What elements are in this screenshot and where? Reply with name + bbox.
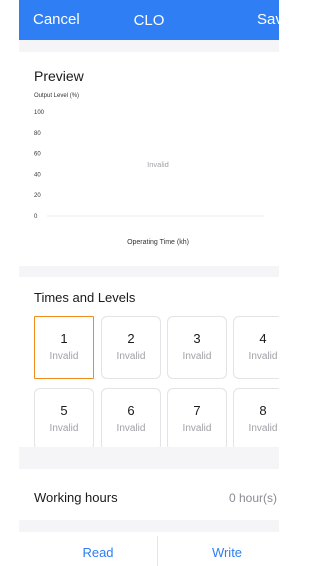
- time-level-tile-6[interactable]: 6 Invalid: [101, 388, 161, 451]
- times-levels-grid: 1 Invalid 2 Invalid 3 Invalid 4 Invalid 5 Invalid…: [19, 316, 279, 451]
- section-gap: [19, 266, 279, 277]
- time-level-tile-1[interactable]: 1 Invalid: [34, 316, 94, 379]
- tile-number: 8: [259, 403, 267, 418]
- page-title: CLO: [133, 12, 165, 29]
- y-tick-label: 40: [34, 172, 41, 178]
- left-margin: [0, 0, 19, 566]
- content-area[interactable]: Preview Output Level (%) 100 80 60 40 20 0 In…: [19, 40, 279, 566]
- tile-number: 6: [127, 403, 135, 418]
- section-gap: [19, 40, 279, 52]
- time-level-tile-7[interactable]: 7 Invalid: [167, 388, 227, 451]
- chart-empty-message: Invalid: [147, 160, 169, 169]
- y-tick-label: 0: [34, 214, 38, 220]
- tile-level: Invalid: [182, 351, 212, 362]
- tile-level: Invalid: [248, 423, 278, 434]
- x-axis-label: Operating Time (kh): [127, 239, 189, 246]
- tile-level: Invalid: [49, 423, 79, 434]
- times-levels-title: Times and Levels: [34, 290, 136, 305]
- tile-level: Invalid: [116, 351, 146, 362]
- app-header: Cancel CLO Save: [19, 0, 291, 40]
- write-button[interactable]: Write: [167, 545, 279, 560]
- working-hours-label: Working hours: [34, 490, 118, 505]
- tile-number: 3: [193, 331, 201, 346]
- save-button[interactable]: Save: [257, 11, 291, 28]
- tile-number: 5: [60, 403, 68, 418]
- time-level-tile-3[interactable]: 3 Invalid: [167, 316, 227, 379]
- time-level-tile-8[interactable]: 8 Invalid: [233, 388, 279, 451]
- button-divider: [157, 536, 158, 566]
- y-tick-label: 100: [34, 110, 45, 116]
- y-axis-label: Output Level (%): [34, 93, 79, 99]
- tile-number: 2: [127, 331, 135, 346]
- preview-chart: Output Level (%) 100 80 60 40 20 0 Invalid Op…: [34, 93, 264, 246]
- y-tick-label: 20: [34, 193, 41, 199]
- time-level-tile-5[interactable]: 5 Invalid: [34, 388, 94, 451]
- tile-level: Invalid: [248, 351, 278, 362]
- tile-number: 4: [259, 331, 267, 346]
- working-hours-value: 0 hour(s): [229, 491, 278, 505]
- tile-level: Invalid: [182, 423, 212, 434]
- tile-number: 7: [193, 403, 201, 418]
- time-level-tile-2[interactable]: 2 Invalid: [101, 316, 161, 379]
- time-level-tile-4[interactable]: 4 Invalid: [233, 316, 279, 379]
- y-tick-label: 80: [34, 131, 41, 137]
- section-gap: [19, 447, 279, 469]
- tile-level: Invalid: [49, 351, 79, 362]
- tile-number: 1: [60, 331, 68, 346]
- section-gap: [19, 520, 279, 532]
- read-button[interactable]: Read: [38, 545, 158, 560]
- y-tick-label: 60: [34, 152, 41, 158]
- tile-level: Invalid: [116, 423, 146, 434]
- preview-title: Preview: [34, 68, 84, 84]
